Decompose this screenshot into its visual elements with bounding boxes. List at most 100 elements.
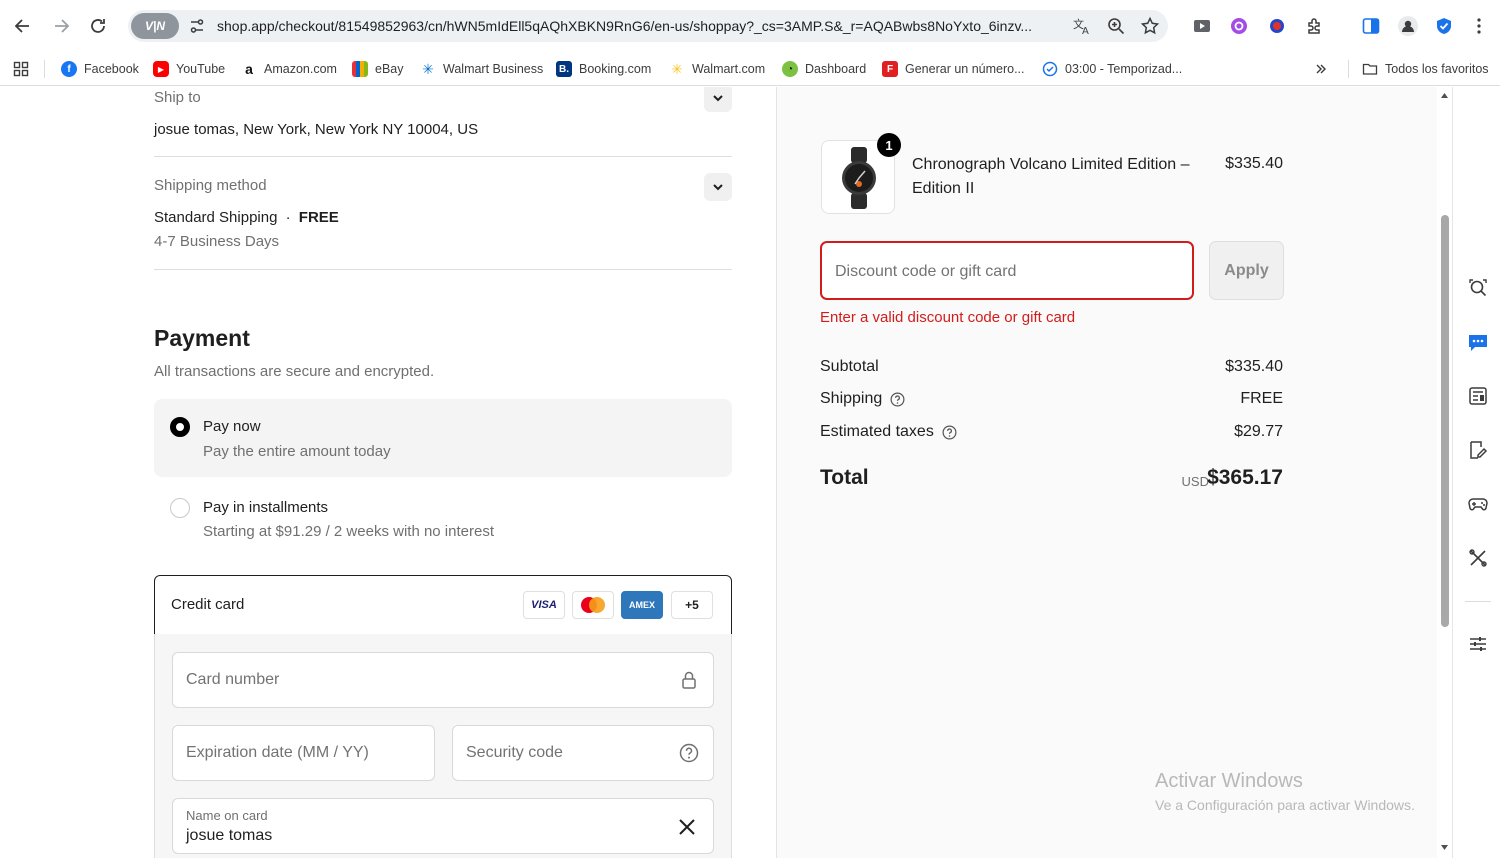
bookmark-generar[interactable]: F Generar un número...	[882, 57, 1025, 81]
section-divider	[154, 269, 732, 270]
facebook-icon: f	[61, 61, 77, 77]
translate-icon[interactable]: 文A	[1072, 16, 1092, 37]
chevron-down-icon[interactable]	[704, 87, 732, 112]
help-circle-icon[interactable]	[942, 425, 957, 440]
name-on-card-label: Name on card	[186, 808, 268, 823]
taxes-value: $29.77	[1234, 423, 1283, 440]
bookmark-amazon[interactable]: a Amazon.com	[241, 57, 337, 81]
bookmark-booking[interactable]: B. Booking.com	[556, 57, 651, 81]
shipping-value: FREE	[1240, 390, 1283, 407]
help-circle-icon[interactable]	[890, 392, 905, 407]
gamepad-icon[interactable]	[1467, 493, 1489, 515]
shipping-eta: 4-7 Business Days	[154, 233, 280, 250]
reload-icon[interactable]	[84, 10, 112, 42]
order-summary: 1 Chronograph Volcano Limited Edition – …	[776, 87, 1452, 858]
windows-activation-subtitle: Ve a Configuración para activar Windows.	[1155, 797, 1415, 813]
dashboard-icon: ◔	[782, 61, 798, 77]
bookmark-walmart-business[interactable]: ✳ Walmart Business	[420, 57, 543, 81]
pay-now-option[interactable]	[154, 399, 732, 477]
mastercard-logo	[572, 591, 614, 619]
vpn-badge[interactable]: V|N	[131, 13, 179, 39]
payment-title: Payment	[154, 325, 250, 351]
installments-desc: Starting at $91.29 / 2 weeks with no int…	[203, 523, 494, 540]
scroll-thumb[interactable]	[1441, 215, 1449, 627]
apps-grid-icon[interactable]	[13, 57, 29, 81]
video-extension-icon[interactable]	[1191, 15, 1213, 37]
chevron-down-icon[interactable]	[704, 173, 732, 201]
bookmark-label: Walmart.com	[692, 62, 766, 76]
ship-to-address: josue tomas, New York, New York NY 10004…	[154, 121, 479, 138]
bookmarks-divider	[1348, 60, 1349, 78]
extensions-puzzle-icon[interactable]	[1304, 15, 1326, 37]
shipping-price: FREE	[298, 209, 339, 226]
all-bookmarks-folder[interactable]: Todos los favoritos	[1362, 57, 1489, 81]
bookmark-ebay[interactable]: eBay	[352, 57, 404, 81]
bookmark-label: Dashboard	[805, 62, 867, 76]
address-bar[interactable]: V|N shop.app/checkout/81549852963/cn/hWN…	[128, 10, 1168, 42]
scroll-down-icon[interactable]	[1440, 843, 1449, 852]
chat-icon[interactable]	[1467, 331, 1489, 353]
discount-placeholder: Discount code or gift card	[835, 263, 1017, 280]
installments-title[interactable]: Pay in installments	[203, 499, 328, 516]
clear-x-icon[interactable]	[676, 816, 698, 838]
back-icon[interactable]	[9, 10, 37, 42]
lock-icon	[678, 669, 700, 691]
tools-icon[interactable]	[1467, 547, 1489, 569]
name-on-card-field[interactable]: Name on card josue tomas	[172, 798, 714, 854]
pay-now-desc: Pay the entire amount today	[203, 443, 391, 460]
scroll-up-icon[interactable]	[1440, 91, 1449, 100]
summary-row-label: Shipping	[820, 390, 883, 407]
bookmark-walmart[interactable]: ✳ Walmart.com	[669, 57, 765, 81]
search-page-icon[interactable]	[1467, 277, 1489, 299]
apply-button[interactable]: Apply	[1209, 241, 1284, 300]
browser-side-panel	[1452, 87, 1500, 858]
sidebar-toggle-icon[interactable]	[1360, 15, 1382, 37]
bookmark-label: Todos los favoritos	[1385, 62, 1489, 76]
expiration-date-field[interactable]: Expiration date (MM / YY)	[172, 725, 435, 781]
shipping-method-name: Standard Shipping	[154, 209, 278, 226]
installments-radio[interactable]	[170, 498, 190, 518]
site-info-icon[interactable]	[188, 17, 206, 35]
subtotal-label: Subtotal	[820, 358, 879, 376]
bug-extension-icon[interactable]	[1266, 15, 1288, 37]
purple-extension-icon[interactable]	[1228, 15, 1250, 37]
pay-now-radio[interactable]	[170, 417, 190, 437]
bookmark-label: Generar un número...	[905, 62, 1025, 76]
url-text[interactable]: shop.app/checkout/81549852963/cn/hWN5mId…	[217, 18, 1057, 34]
bookmark-label: YouTube	[176, 62, 226, 76]
bookmark-star-icon[interactable]	[1140, 16, 1160, 36]
forward-icon[interactable]	[47, 10, 75, 42]
reader-mode-icon[interactable]	[1467, 385, 1489, 407]
card-number-field[interactable]: Card number	[172, 652, 714, 708]
shield-extension-icon[interactable]	[1433, 15, 1455, 37]
bookmark-label: Walmart Business	[443, 62, 544, 76]
credit-card-option[interactable]: Credit card VISA AMEX +5	[154, 575, 732, 635]
security-code-field[interactable]: Security code	[452, 725, 714, 781]
walmart-spark-icon: ✳	[420, 61, 436, 77]
question-circle-icon[interactable]	[678, 742, 700, 764]
page-scrollbar[interactable]	[1437, 87, 1452, 858]
bookmark-temporizador[interactable]: 03:00 - Temporizad...	[1042, 57, 1182, 81]
product-price: $335.40	[1225, 155, 1283, 172]
bookmarks-divider	[44, 60, 45, 78]
checkout-main: Ship to josue tomas, New York, New York …	[0, 87, 776, 858]
edit-note-icon[interactable]	[1467, 439, 1489, 461]
bookmark-facebook[interactable]: f Facebook	[61, 57, 139, 81]
browser-menu-icon[interactable]	[1468, 15, 1490, 37]
bookmark-dashboard[interactable]: ◔ Dashboard	[782, 57, 866, 81]
youtube-icon: ▶	[153, 61, 169, 77]
more-bookmarks-icon[interactable]	[1314, 57, 1328, 81]
shipping-method-label: Shipping method	[154, 177, 267, 194]
taxes-label: Estimated taxes	[820, 423, 957, 441]
bookmark-youtube[interactable]: ▶ YouTube	[153, 57, 225, 81]
discount-code-input[interactable]: Discount code or gift card	[820, 241, 1194, 300]
folder-icon	[1362, 61, 1378, 77]
visa-logo: VISA	[523, 591, 565, 619]
subtotal-value: $335.40	[1225, 358, 1283, 375]
customize-sliders-icon[interactable]	[1467, 633, 1489, 655]
profile-avatar-icon[interactable]	[1397, 15, 1419, 37]
total-currency: USD	[1181, 474, 1209, 489]
side-panel-divider	[1465, 601, 1491, 602]
section-divider	[154, 156, 732, 157]
zoom-icon[interactable]	[1106, 16, 1126, 36]
